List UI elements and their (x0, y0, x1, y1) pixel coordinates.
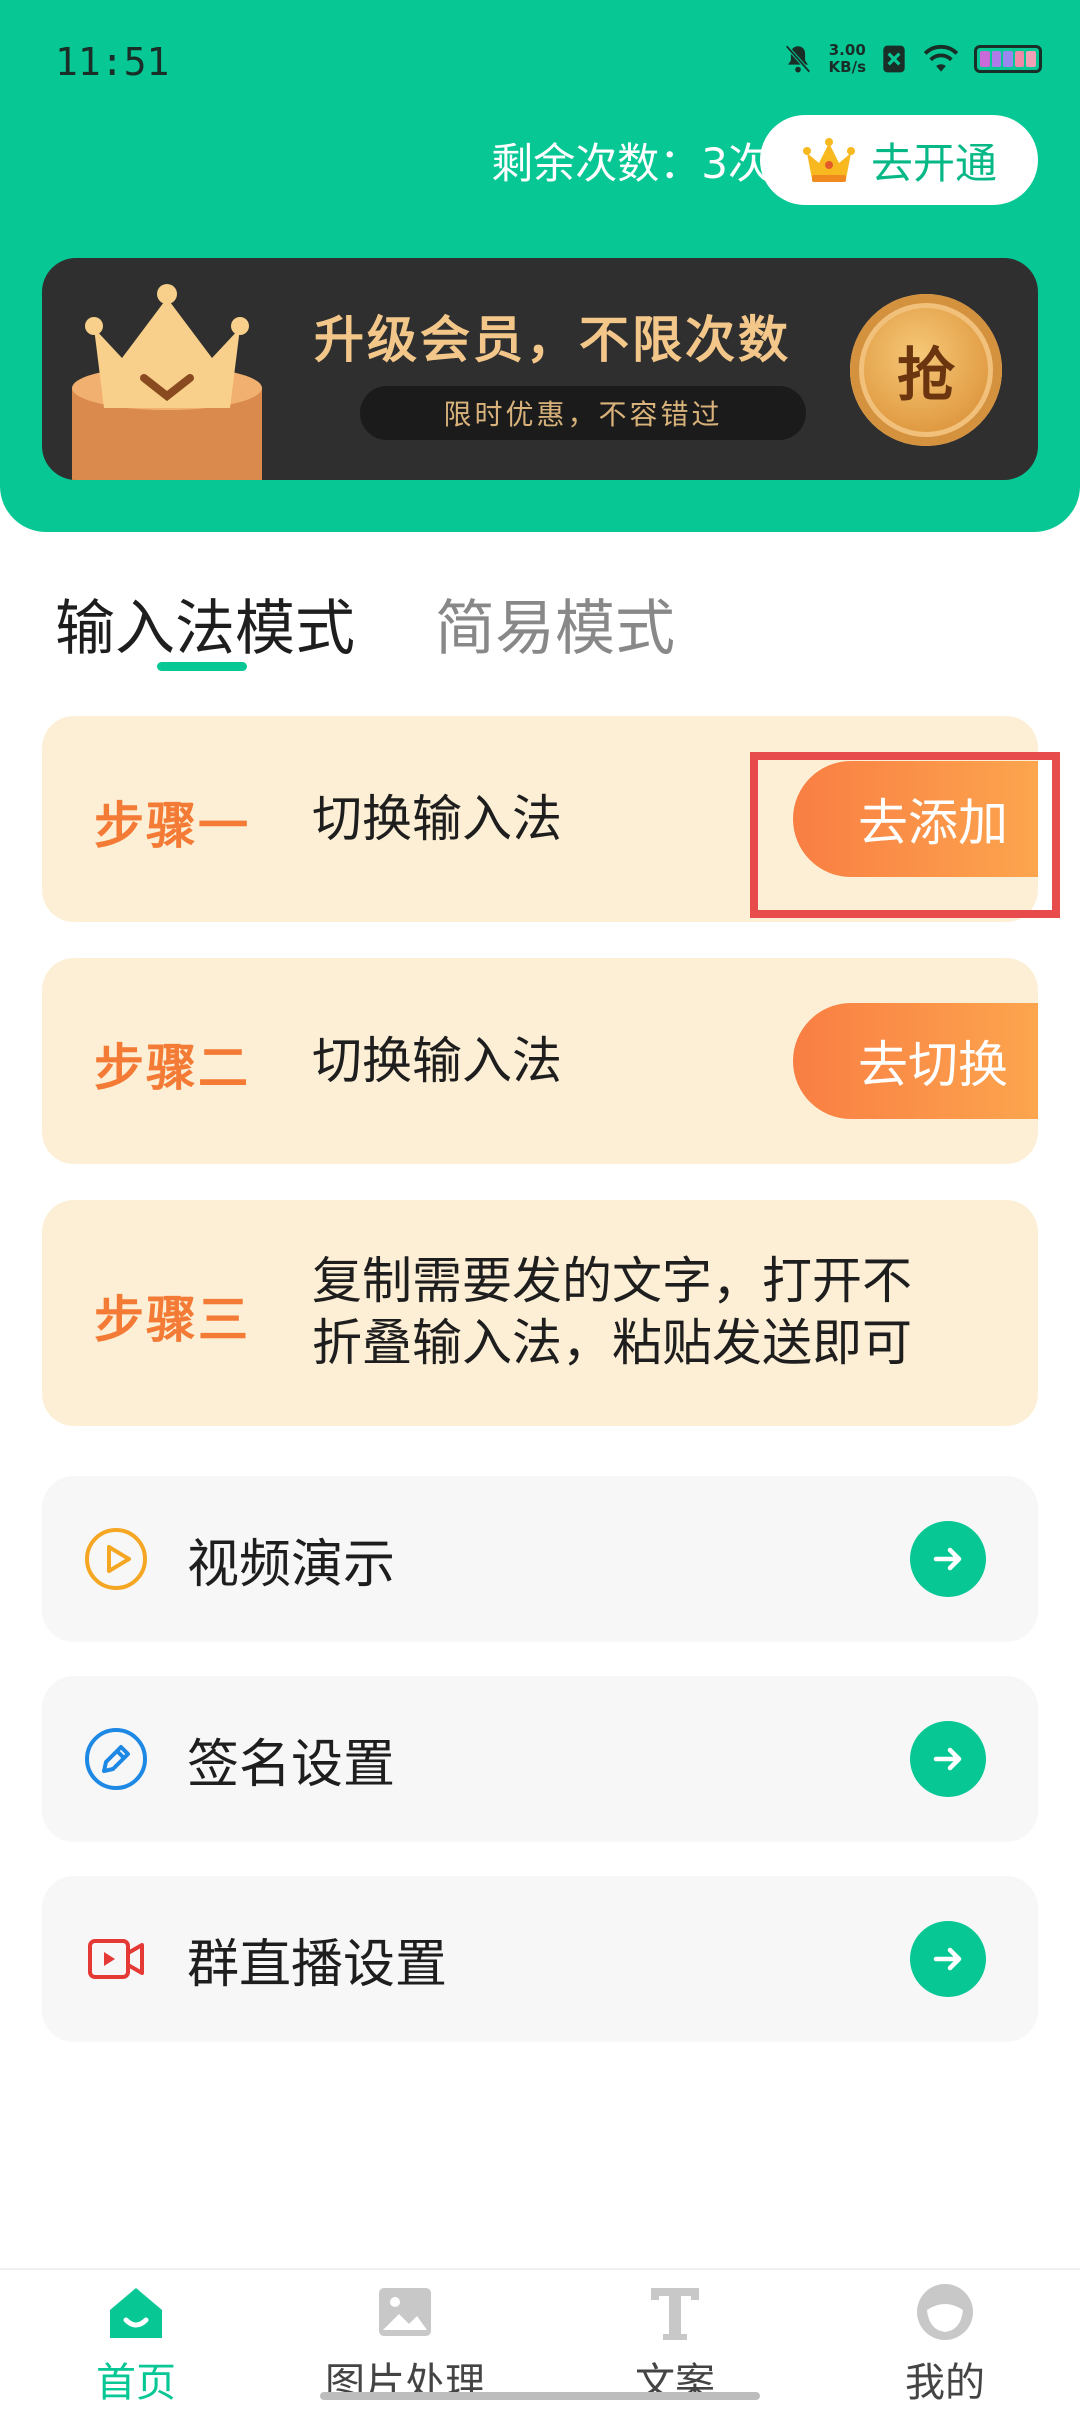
remaining-count: 剩余次数：3次 (491, 139, 770, 188)
grab-button[interactable]: 抢 (850, 294, 1002, 446)
nav-label: 我的 (905, 2360, 985, 2406)
menu-label: 群直播设置 (187, 1934, 448, 1995)
mode-tabs: 输入法模式 简易模式 (55, 580, 675, 667)
nav-copywriting[interactable]: 文案 (575, 2280, 775, 2408)
bottom-nav: 首页 图片处理 文案 我的 (0, 2268, 1080, 2410)
menu-video-demo[interactable]: 视频演示 (42, 1476, 1038, 1642)
tab-input-method-mode[interactable]: 输入法模式 (55, 580, 355, 667)
status-time: 11:51 (55, 40, 170, 84)
step-card-3: 步骤三 复制需要发的文字，打开不 折叠输入法，粘贴发送即可 (42, 1200, 1038, 1426)
grab-label: 抢 (896, 341, 955, 409)
vip-open-label: 去开通 (870, 138, 997, 188)
arrow-right-icon[interactable] (910, 1921, 986, 1997)
mute-bell-icon (784, 45, 811, 73)
menu-signature-settings[interactable]: 签名设置 (42, 1676, 1038, 1842)
header: 11:51 3.00 KB/s 剩余次数：3次 去开通 升级会员，不限次数 限时… (0, 0, 1080, 532)
nav-mine[interactable]: 我的 (845, 2280, 1045, 2408)
step-desc: 切换输入法 (312, 790, 562, 848)
image-icon (379, 2288, 431, 2336)
status-icons: 3.00 KB/s (781, 42, 1042, 76)
pen-circle-icon (85, 1728, 147, 1790)
profile-icon (917, 2284, 973, 2340)
nav-home[interactable]: 首页 (36, 2280, 236, 2408)
menu-label: 签名设置 (187, 1734, 396, 1795)
video-camera-icon (88, 1939, 144, 1979)
step-desc: 复制需要发的文字，打开不 折叠输入法，粘贴发送即可 (312, 1252, 912, 1372)
play-circle-icon (85, 1528, 147, 1590)
crown-icon (802, 138, 855, 182)
step-label: 步骤二 (94, 1039, 250, 1097)
arrow-right-icon[interactable] (910, 1721, 986, 1797)
crown-podium-icon (72, 284, 262, 480)
step-label: 步骤一 (94, 797, 250, 855)
tab-simple-mode[interactable]: 简易模式 (435, 580, 675, 667)
menu-group-live-settings[interactable]: 群直播设置 (42, 1876, 1038, 2042)
banner-title: 升级会员，不限次数 (314, 311, 791, 369)
sim-off-icon (883, 45, 905, 73)
wifi-icon (923, 44, 959, 72)
highlight-box (750, 752, 1060, 918)
switch-button[interactable]: 去切换 (793, 1003, 1038, 1119)
active-tab-indicator (157, 662, 247, 671)
arrow-right-icon[interactable] (910, 1521, 986, 1597)
step-desc: 切换输入法 (312, 1032, 562, 1090)
home-icon (110, 2288, 162, 2338)
text-icon (651, 2288, 699, 2340)
upgrade-banner[interactable]: 升级会员，不限次数 限时优惠，不容错过 抢 (42, 258, 1038, 480)
banner-subtitle: 限时优惠，不容错过 (360, 386, 806, 440)
net-speed: 3.00 KB/s (828, 41, 866, 76)
vip-open-button[interactable]: 去开通 (760, 115, 1038, 205)
menu-label: 视频演示 (187, 1534, 396, 1595)
battery-icon (974, 45, 1042, 73)
home-indicator (320, 2392, 760, 2400)
step-label: 步骤三 (94, 1291, 250, 1349)
step-card-2: 步骤二 切换输入法 去切换 (42, 958, 1038, 1164)
nav-image-processing[interactable]: 图片处理 (305, 2280, 505, 2408)
nav-label: 首页 (96, 2360, 176, 2406)
